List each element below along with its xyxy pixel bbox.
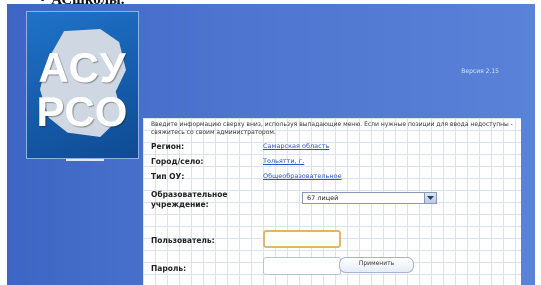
username-input[interactable] bbox=[263, 230, 341, 248]
institution-label-line2: учреждение: bbox=[151, 200, 209, 209]
apply-button[interactable]: Применить bbox=[339, 257, 414, 273]
city-link[interactable]: Тольятти, г. bbox=[263, 157, 304, 165]
chevron-down-icon[interactable] bbox=[424, 193, 436, 203]
login-panel: Введите информацию сверху вниз, использу… bbox=[143, 118, 521, 285]
city-label: Город/село: bbox=[151, 157, 204, 166]
intro-text: Введите информацию сверху вниз, использу… bbox=[151, 121, 513, 136]
org-type-label: Тип ОУ: bbox=[151, 172, 185, 181]
institution-label-line1: Образовательное bbox=[151, 190, 228, 199]
region-label: Регион: bbox=[151, 142, 185, 151]
password-input[interactable] bbox=[263, 257, 341, 275]
version-label: Версия 2.15 bbox=[461, 68, 499, 75]
logo-underline bbox=[66, 159, 104, 161]
logo-line-1: АСУ bbox=[38, 44, 127, 91]
logo-line-2: РСО bbox=[36, 88, 129, 135]
asu-rso-logo: АСУ РСО bbox=[26, 11, 139, 161]
user-label: Пользователь: bbox=[151, 236, 215, 245]
password-label: Пароль: bbox=[151, 264, 187, 273]
app-window: АСУ РСО Версия 2.15 Введите информацию с… bbox=[7, 4, 535, 285]
institution-select[interactable]: 67 лицей bbox=[302, 192, 437, 204]
region-link[interactable]: Самарская область bbox=[263, 142, 329, 150]
org-type-link[interactable]: Общеобразовательное bbox=[263, 172, 342, 180]
institution-selected-value: 67 лицей bbox=[307, 194, 339, 202]
